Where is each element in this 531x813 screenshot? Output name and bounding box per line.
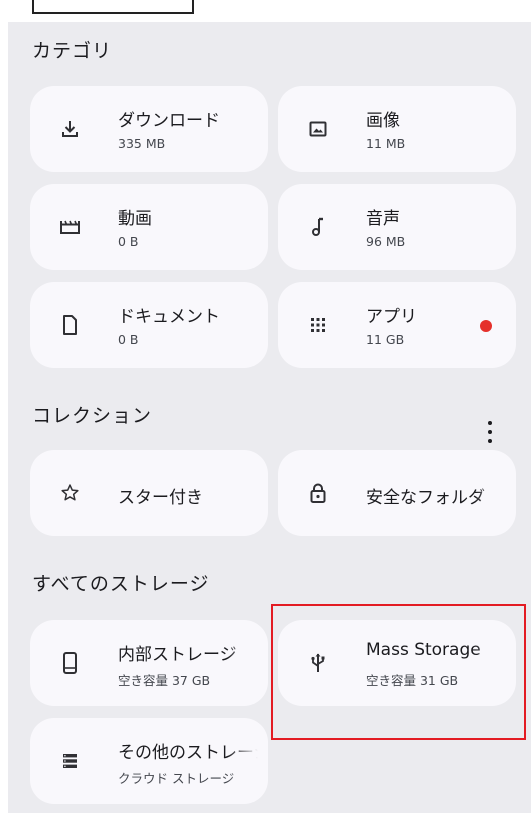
more-options-icon[interactable] [487, 421, 493, 443]
download-icon [58, 117, 82, 141]
category-size: 0 B [118, 332, 139, 347]
category-name: 音声 [366, 209, 400, 229]
selection-highlight [271, 604, 526, 740]
category-documents[interactable]: ドキュメント 0 B [30, 282, 268, 368]
section-title-storage: すべてのストレージ [32, 573, 210, 595]
category-audio[interactable]: 音声 96 MB [278, 184, 516, 270]
apps-grid-icon [306, 313, 330, 337]
storage-other[interactable]: その他のストレージ クラウド ストレージ [30, 718, 268, 804]
storage-name: その他のストレージ [118, 743, 258, 763]
storage-list-icon [58, 749, 82, 773]
storage-detail: クラウド ストレージ [118, 771, 235, 786]
phone-icon [58, 651, 82, 675]
category-size: 11 MB [366, 136, 406, 151]
section-title-categories: カテゴリ [32, 40, 113, 62]
category-name: ドキュメント [118, 307, 220, 327]
notification-badge [480, 320, 492, 332]
category-name: 画像 [366, 111, 400, 131]
video-icon [58, 215, 82, 239]
storage-name: 内部ストレージ [118, 645, 237, 665]
document-icon [58, 313, 82, 337]
collection-name: 安全なフォルダ [366, 488, 485, 508]
collection-starred[interactable]: スター付き [30, 450, 268, 536]
category-size: 0 B [118, 234, 139, 249]
star-icon [58, 481, 82, 505]
category-size: 335 MB [118, 136, 166, 151]
collection-name: スター付き [118, 488, 203, 508]
section-title-collections: コレクション [32, 405, 153, 427]
category-name: 動画 [118, 209, 152, 229]
image-icon [306, 117, 330, 141]
category-downloads[interactable]: ダウンロード 335 MB [30, 86, 268, 172]
category-name: ダウンロード [118, 111, 220, 131]
storage-internal[interactable]: 内部ストレージ 空き容量 37 GB [30, 620, 268, 706]
category-size: 11 GB [366, 332, 405, 347]
lock-icon [306, 481, 330, 505]
category-images[interactable]: 画像 11 MB [278, 86, 516, 172]
top-frame [32, 0, 194, 14]
storage-free-space: 空き容量 37 GB [118, 673, 211, 688]
music-note-icon [306, 215, 330, 239]
category-apps[interactable]: アプリ 11 GB [278, 282, 516, 368]
collection-secure-folder[interactable]: 安全なフォルダ [278, 450, 516, 536]
category-videos[interactable]: 動画 0 B [30, 184, 268, 270]
category-size: 96 MB [366, 234, 406, 249]
